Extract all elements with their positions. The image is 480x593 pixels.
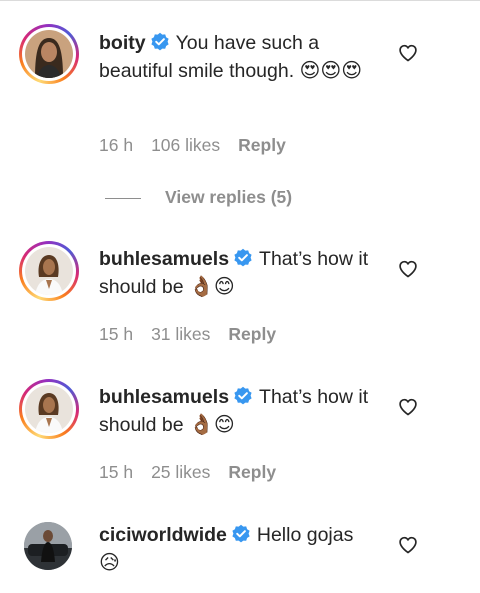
- avatar-boity: [25, 30, 73, 78]
- likes-count[interactable]: 106 likes: [151, 135, 220, 155]
- verified-badge-icon: [232, 524, 250, 543]
- username[interactable]: buhlesamuels: [99, 248, 229, 270]
- reply-button[interactable]: Reply: [238, 135, 286, 155]
- emoji-sad: 😥: [99, 550, 120, 574]
- username[interactable]: ciciworldwide: [99, 524, 227, 546]
- top-divider: [0, 0, 480, 1]
- reply-button[interactable]: Reply: [228, 462, 276, 482]
- timestamp: 16 h: [99, 135, 134, 155]
- timestamp: 15 h: [99, 324, 134, 344]
- timestamp: 15 h: [99, 462, 134, 482]
- heart-outline-icon[interactable]: [398, 535, 418, 555]
- verified-badge-icon: [234, 248, 252, 267]
- avatar-buhlesamuels: [25, 247, 73, 295]
- avatar-story-ring[interactable]: [19, 379, 79, 439]
- comment-body: ciciworldwide Hello gojas 😥: [99, 522, 379, 577]
- heart-outline-icon[interactable]: [398, 259, 418, 279]
- comment-meta: 15 h 25 likes Reply: [99, 462, 294, 483]
- comment-meta: 16 h 106 likes Reply: [99, 135, 304, 156]
- likes-count[interactable]: 31 likes: [151, 324, 210, 344]
- username[interactable]: buhlesamuels: [99, 386, 229, 408]
- divider-dash: [105, 197, 141, 199]
- emoji-ok-smile: 👌🏾😊: [189, 274, 235, 298]
- heart-outline-icon[interactable]: [398, 43, 418, 63]
- view-replies-label: View replies (5): [165, 187, 293, 207]
- view-replies-button[interactable]: View replies (5): [105, 187, 292, 208]
- comment-text: Hello gojas: [256, 524, 354, 546]
- username[interactable]: boity: [99, 32, 146, 54]
- comment-body: buhlesamuels That’s how it should be 👌🏾😊: [99, 384, 379, 439]
- reply-button[interactable]: Reply: [228, 324, 276, 344]
- avatar-ciciworldwide[interactable]: [24, 522, 72, 570]
- emoji-ok-smile: 👌🏾😊: [189, 412, 235, 436]
- avatar-story-ring[interactable]: [19, 241, 79, 301]
- verified-badge-icon: [150, 32, 169, 51]
- avatar-story-ring[interactable]: [19, 24, 79, 84]
- avatar-buhlesamuels: [25, 385, 73, 433]
- comment-meta: 15 h 31 likes Reply: [99, 324, 294, 345]
- heart-outline-icon[interactable]: [398, 397, 418, 417]
- emoji-heart-eyes: 😍😍😍: [299, 58, 363, 82]
- likes-count[interactable]: 25 likes: [151, 462, 210, 482]
- comment-body: boity You have such a beautiful smile tho…: [99, 30, 379, 85]
- comment-body: buhlesamuels That’s how it should be 👌🏾😊: [99, 246, 379, 301]
- verified-badge-icon: [234, 386, 252, 405]
